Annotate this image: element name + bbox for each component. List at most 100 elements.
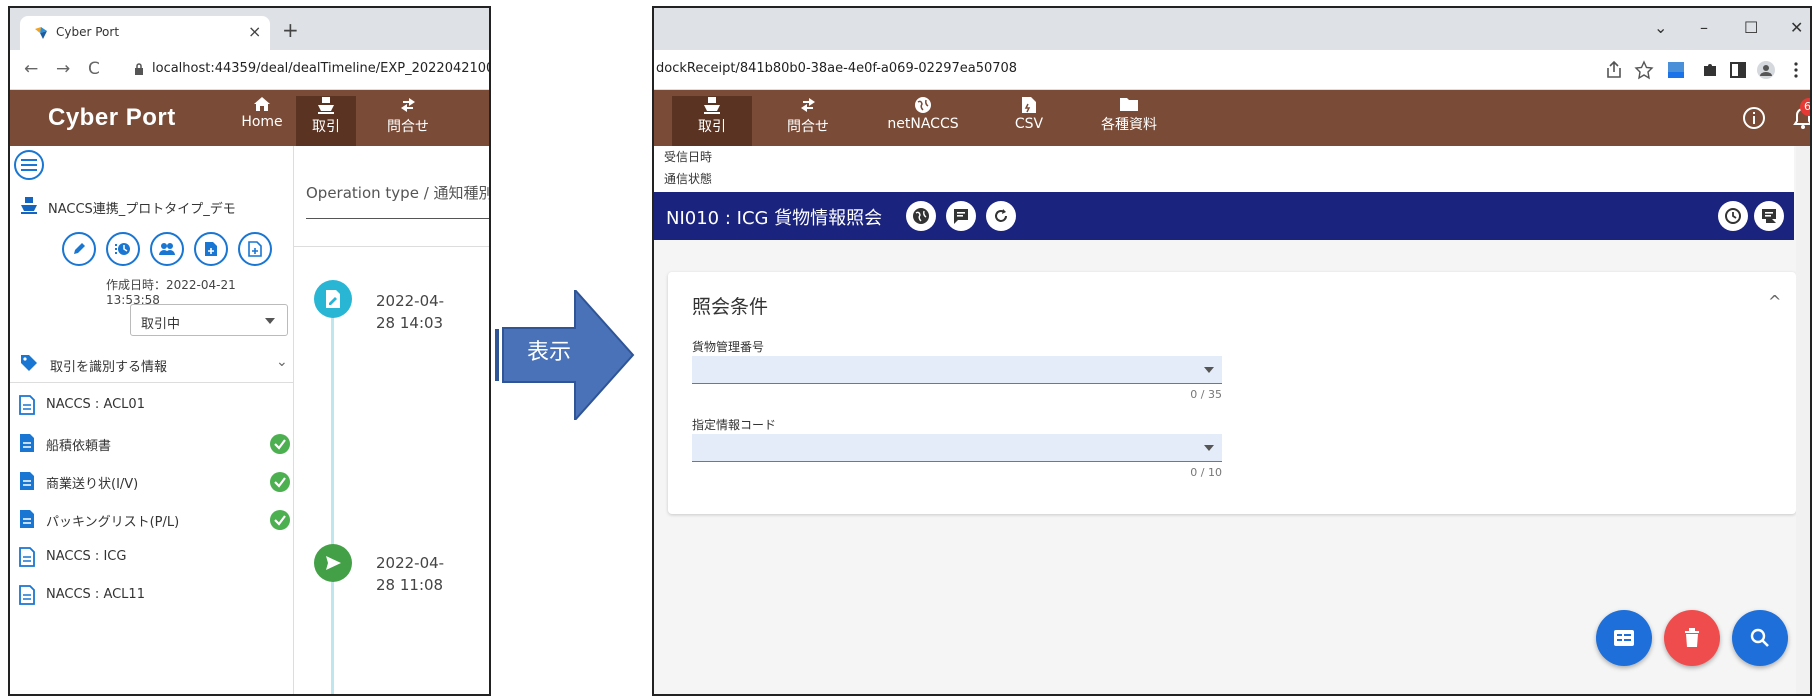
nav-netnaccs[interactable]: netNACCS [880, 96, 966, 132]
collapse-caret-icon[interactable]: ^ [1768, 292, 1781, 311]
nav-label: Home [241, 114, 283, 130]
add-document-button[interactable] [194, 232, 228, 266]
history-button[interactable] [106, 232, 140, 266]
document-outline-icon [19, 547, 35, 567]
delete-fab-button[interactable] [1664, 610, 1720, 666]
back-icon[interactable]: ← [24, 59, 38, 79]
field-label: 貨物管理番号 [692, 340, 765, 354]
tab-close-icon[interactable]: × [248, 22, 261, 41]
search-fab-button[interactable] [1732, 610, 1788, 666]
puzzle-icon[interactable] [1700, 60, 1720, 80]
date-line: 2022-04- [376, 292, 445, 310]
filter-underline [306, 218, 489, 219]
maximize-icon[interactable]: ☐ [1744, 18, 1758, 37]
timeline-line [331, 296, 334, 694]
nav-label: 各種資料 [1101, 117, 1157, 133]
new-tab-icon[interactable]: + [282, 18, 299, 42]
profile-icon[interactable] [1756, 60, 1776, 80]
char-counter: 0 / 10 [1190, 466, 1222, 479]
document-label: NACCS : ACL01 [46, 397, 145, 412]
swap-icon [801, 98, 815, 112]
members-button[interactable] [150, 232, 184, 266]
reload-icon[interactable]: C [88, 59, 100, 79]
file-plus-icon [205, 242, 217, 256]
designated-info-code-select[interactable] [692, 434, 1222, 462]
address-bar-row: dockReceipt/841b80b0-38ae-4e0f-a069-0229… [654, 50, 1810, 90]
lock-icon [135, 63, 143, 75]
nav-label: 取引 [312, 119, 340, 135]
edit-deal-button[interactable] [62, 232, 96, 266]
title-bar: ⌄ – ☐ ✕ [654, 8, 1810, 50]
nav-inquiry[interactable]: 問合せ [778, 96, 838, 136]
operation-type-filter[interactable]: Operation type / 通知種別 [306, 182, 489, 203]
document-outline-icon [19, 395, 35, 415]
url-text[interactable]: dockReceipt/841b80b0-38ae-4e0f-a069-0229… [656, 61, 1017, 76]
vertical-scrollbar[interactable] [1796, 146, 1810, 694]
cyberport-logo[interactable]: Cyber Port [48, 104, 176, 132]
tag-icon [21, 355, 37, 371]
document-row[interactable]: 船積依頼書 [10, 424, 294, 462]
chat-button[interactable] [1754, 201, 1784, 231]
nav-csv[interactable]: CSV [1004, 96, 1054, 132]
nav-deals[interactable]: 取引 [296, 96, 356, 146]
check-circle-icon [270, 510, 290, 530]
chevron-down-icon[interactable]: ⌄ [276, 354, 288, 370]
form-fab-button[interactable] [1596, 610, 1652, 666]
browser-tab[interactable]: Cyber Port × [20, 16, 270, 50]
close-window-icon[interactable]: ✕ [1790, 18, 1803, 37]
nav-label: 問合せ [787, 119, 829, 135]
timeline-event-dot[interactable] [314, 544, 352, 582]
time-line: 28 14:03 [376, 314, 444, 332]
message-button[interactable] [946, 201, 976, 231]
app-header: 取引 問合せ netNACCS CSV 各種資料 651 [654, 90, 1810, 146]
document-edit-icon [326, 290, 340, 308]
deal-identifiers-section[interactable]: 取引を識別する情報 [50, 356, 167, 375]
document-row[interactable]: NACCS : ICG [10, 538, 294, 576]
side-panel-icon[interactable] [1728, 60, 1748, 80]
nav-label: CSV [1014, 116, 1044, 132]
minimize-icon[interactable]: – [1700, 18, 1708, 37]
comment-icon [954, 209, 968, 224]
nav-inquiry[interactable]: 問合せ [378, 96, 438, 136]
check-circle-icon [270, 434, 290, 454]
chevron-down-icon [1204, 445, 1214, 451]
people-icon [159, 243, 175, 255]
ship-icon [704, 97, 720, 114]
timeline-event-dot[interactable] [314, 280, 352, 318]
communication-status-label: 通信状態 [664, 170, 713, 187]
cyberport-favicon-icon [35, 27, 47, 39]
field-label: 指定情報コード [692, 418, 777, 432]
nav-documents[interactable]: 各種資料 [1094, 96, 1164, 134]
chevron-down-icon [265, 318, 275, 324]
netnaccs-button[interactable] [906, 201, 936, 231]
kebab-menu-icon[interactable] [1786, 60, 1806, 80]
extension-new-icon[interactable] [1666, 60, 1686, 80]
forward-icon[interactable]: → [56, 59, 70, 79]
share-icon[interactable] [1604, 60, 1624, 80]
cargo-control-number-select[interactable] [692, 356, 1222, 384]
info-icon[interactable] [1742, 106, 1766, 130]
nav-deals[interactable]: 取引 [672, 96, 752, 146]
add-file-button[interactable] [238, 232, 272, 266]
created-datetime: 作成日時：2022-04-21 13:53:58 [106, 278, 236, 307]
left-browser-window: Cyber Port × + ← → C localhost:44359/dea… [8, 6, 491, 696]
tab-strip: Cyber Port × + [10, 8, 489, 50]
ship-icon [21, 197, 37, 214]
bookmark-star-icon[interactable] [1634, 60, 1654, 80]
document-label: 船積依頼書 [46, 439, 112, 454]
document-row[interactable]: 商業送り状(I/V) [10, 462, 294, 500]
nav-label: netNACCS [887, 116, 959, 132]
url-text[interactable]: localhost:44359/deal/dealTimeline/EXP_20… [152, 61, 489, 76]
transition-arrow: 表示 [495, 290, 635, 420]
screen-title-bar: NI010 : ICG 貨物情報照会 [654, 192, 1794, 240]
history-button[interactable] [1718, 201, 1748, 231]
refresh-button[interactable] [986, 201, 1016, 231]
tab-search-icon[interactable]: ⌄ [1654, 18, 1667, 37]
menu-button[interactable] [14, 150, 44, 180]
file-icon [1022, 97, 1036, 113]
document-row[interactable]: NACCS : ACL11 [10, 576, 294, 614]
document-row[interactable]: パッキングリスト(P/L) [10, 500, 294, 538]
deal-status-select[interactable]: 取引中 [130, 304, 288, 336]
nav-home[interactable]: Home [232, 96, 292, 130]
document-row[interactable]: NACCS : ACL01 [10, 386, 294, 424]
